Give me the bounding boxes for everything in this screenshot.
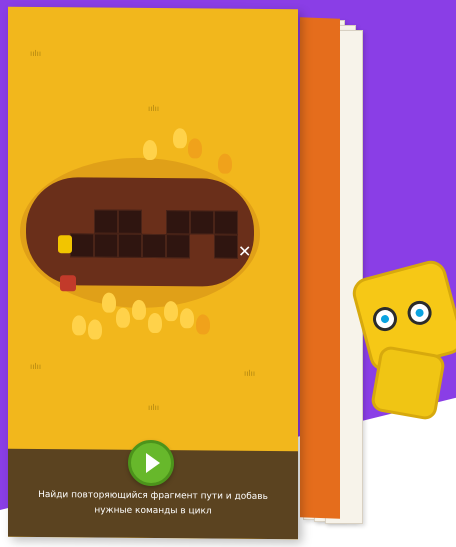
crate-icon [60,275,76,292]
grass-tuft: ıılıı [148,402,160,413]
tree-icon [116,307,130,328]
grass-tuft: ıılıı [148,103,160,114]
path-tile [94,209,118,234]
grass-tuft: ıılıı [30,48,42,59]
tree-icon [218,153,232,174]
tree-icon [102,292,116,313]
path-tile [190,210,214,235]
path-tile [142,233,166,259]
play-icon [145,452,160,474]
hint-text: Найди повторяющийся фрагмент пути и доба… [38,490,268,517]
path-tile [166,210,190,235]
tree-icon [180,308,194,329]
grass-tuft: ıılıı [244,368,256,378]
x-icon: ✕ [238,241,252,261]
tree-icon [132,299,146,320]
grass-tuft: ıılıı [30,361,42,372]
path-tile [118,209,142,234]
game-card: ✕ ıılıı ıılıı ıılıı ıılıı ıılıı Найди по… [8,6,298,540]
path-tile [70,233,94,258]
path-tile [118,233,142,258]
tree-icon [188,138,202,159]
back-page-orange [300,17,340,519]
tree-icon [143,139,157,161]
tree-icon [173,128,187,149]
tree-icon [148,312,162,334]
path-tile [214,210,238,235]
tree-icon [196,314,210,335]
robot-eye-left [370,304,400,334]
tree-icon [88,319,102,340]
robot-icon [58,235,72,254]
robot-body [369,344,447,422]
path-tile [166,234,190,259]
path-tile [214,234,238,259]
robot-eye-right [404,298,435,328]
play-button[interactable] [128,439,174,487]
tree-icon [72,315,86,336]
path-tile [94,233,118,258]
robot-mascot [349,257,456,422]
tree-icon [164,301,178,322]
